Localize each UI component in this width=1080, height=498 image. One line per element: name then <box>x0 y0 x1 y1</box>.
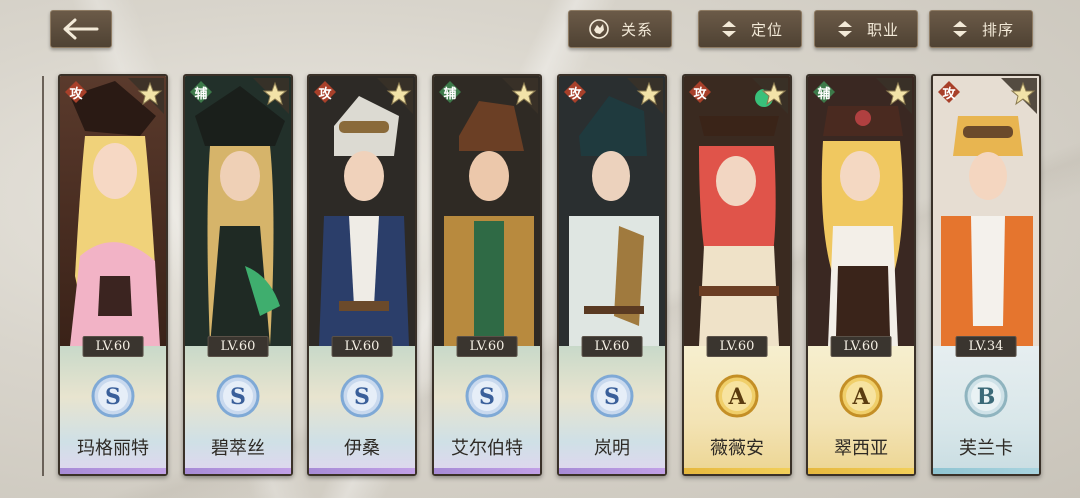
character-portrait <box>434 76 540 346</box>
svg-text:B: B <box>977 384 996 410</box>
card-bottom-bar <box>808 468 914 474</box>
role-tag-support: 辅 <box>438 80 462 104</box>
character-card-franka[interactable]: 攻 LV.34 B 芙兰卡 <box>931 74 1041 476</box>
character-card-ethan[interactable]: 攻 LV.60 S 伊桑 <box>307 74 417 476</box>
character-portrait <box>60 76 166 346</box>
character-name: 伊桑 <box>344 438 380 459</box>
level-label: LV.60 <box>706 336 768 357</box>
star-icon <box>502 78 538 114</box>
character-card-tricia[interactable]: 辅 LV.60 A 翠西亚 <box>806 74 916 476</box>
svg-text:S: S <box>479 384 495 410</box>
updown-arrows-icon <box>948 17 972 41</box>
card-info-panel: LV.60 S 艾尔伯特 <box>434 336 540 474</box>
role-tag-support: 辅 <box>812 80 836 104</box>
svg-text:S: S <box>105 384 121 410</box>
role-tag-attack: 攻 <box>688 80 712 104</box>
b-rank-badge-icon: B <box>964 374 1008 418</box>
card-info-panel: LV.60 S 碧萃丝 <box>185 336 291 474</box>
s-rank-badge-icon: S <box>465 374 509 418</box>
character-name: 芙兰卡 <box>959 438 1013 459</box>
level-label: LV.60 <box>207 336 269 357</box>
card-bottom-bar <box>684 468 790 474</box>
character-card-albert[interactable]: 辅 LV.60 S 艾尔伯特 <box>432 74 542 476</box>
svg-text:S: S <box>230 384 246 410</box>
character-portrait <box>808 76 914 346</box>
s-rank-badge-icon: S <box>340 374 384 418</box>
sort-button[interactable]: 排序 <box>929 10 1033 48</box>
character-card-vivian[interactable]: 攻 LV.60 A 薇薇安 <box>682 74 792 476</box>
character-name: 翠西亚 <box>834 438 888 459</box>
star-icon <box>627 78 663 114</box>
card-info-panel: LV.60 A 薇薇安 <box>684 336 790 474</box>
s-rank-badge-icon: S <box>590 374 634 418</box>
character-card-beatrice[interactable]: 辅 LV.60 S 碧萃丝 <box>183 74 293 476</box>
character-name: 艾尔伯特 <box>451 438 523 459</box>
level-label: LV.34 <box>955 336 1017 357</box>
back-button[interactable] <box>50 10 112 48</box>
level-label: LV.60 <box>456 336 518 357</box>
sort-button-label: 排序 <box>981 20 1014 39</box>
character-card-lanming[interactable]: 攻 LV.60 S 岚明 <box>557 74 667 476</box>
character-name: 薇薇安 <box>710 438 764 459</box>
card-bottom-bar <box>60 468 166 474</box>
role-tag-attack: 攻 <box>563 80 587 104</box>
relation-emblem-icon <box>587 17 611 41</box>
s-rank-badge-icon: S <box>91 374 135 418</box>
card-bottom-bar <box>559 468 665 474</box>
updown-arrows-icon <box>717 17 741 41</box>
role-tag-attack: 攻 <box>64 80 88 104</box>
card-info-panel: LV.60 S 玛格丽特 <box>60 336 166 474</box>
scroll-indicator <box>42 76 44 476</box>
level-label: LV.60 <box>830 336 892 357</box>
card-bottom-bar <box>185 468 291 474</box>
updown-arrows-icon <box>833 17 857 41</box>
a-rank-badge-icon: A <box>839 374 883 418</box>
svg-text:S: S <box>604 384 620 410</box>
card-info-panel: LV.34 B 芙兰卡 <box>933 336 1039 474</box>
character-portrait <box>185 76 291 346</box>
star-icon <box>377 78 413 114</box>
svg-text:A: A <box>727 384 746 410</box>
level-label: LV.60 <box>331 336 393 357</box>
card-bottom-bar <box>434 468 540 474</box>
star-icon <box>752 78 788 114</box>
card-info-panel: LV.60 S 岚明 <box>559 336 665 474</box>
card-info-panel: LV.60 A 翠西亚 <box>808 336 914 474</box>
svg-text:S: S <box>354 384 370 410</box>
role-tag-support: 辅 <box>189 80 213 104</box>
star-icon <box>876 78 912 114</box>
character-portrait <box>559 76 665 346</box>
star-icon <box>253 78 289 114</box>
position-button-label: 定位 <box>750 20 783 39</box>
s-rank-badge-icon: S <box>216 374 260 418</box>
character-portrait <box>933 76 1039 346</box>
card-bottom-bar <box>933 468 1039 474</box>
level-label: LV.60 <box>581 336 643 357</box>
star-icon <box>1001 78 1037 114</box>
class-button-label: 职业 <box>866 20 899 39</box>
character-name: 玛格丽特 <box>77 438 149 459</box>
a-rank-badge-icon: A <box>715 374 759 418</box>
relation-button-label: 关系 <box>620 20 653 39</box>
character-portrait <box>309 76 415 346</box>
character-portrait <box>684 76 790 346</box>
character-name: 碧萃丝 <box>211 438 265 459</box>
card-bottom-bar <box>309 468 415 474</box>
svg-text:A: A <box>851 384 870 410</box>
character-card-margaret[interactable]: 攻 LV.60 S 玛格丽特 <box>58 74 168 476</box>
level-label: LV.60 <box>82 336 144 357</box>
star-icon <box>128 78 164 114</box>
relation-button[interactable]: 关系 <box>568 10 672 48</box>
card-info-panel: LV.60 S 伊桑 <box>309 336 415 474</box>
character-name: 岚明 <box>594 438 630 459</box>
position-button[interactable]: 定位 <box>698 10 802 48</box>
class-button[interactable]: 职业 <box>814 10 918 48</box>
role-tag-attack: 攻 <box>937 80 961 104</box>
left-arrow-icon <box>63 18 99 40</box>
role-tag-attack: 攻 <box>313 80 337 104</box>
